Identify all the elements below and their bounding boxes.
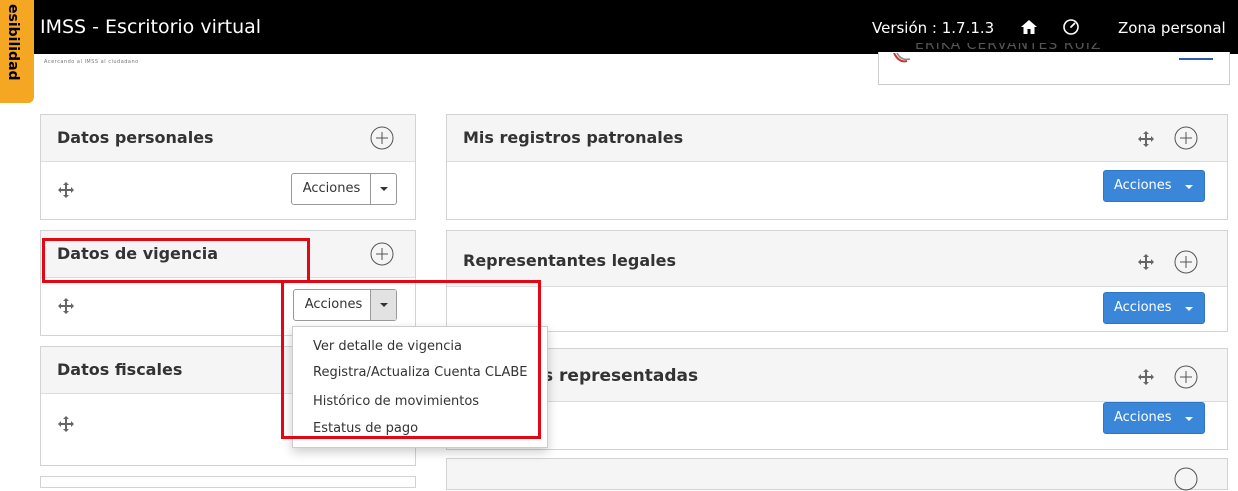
caret-down-icon xyxy=(1185,417,1193,421)
acciones-button[interactable]: Acciones xyxy=(1103,170,1205,202)
zona-personal-link[interactable]: Zona personal xyxy=(1118,19,1226,37)
app-title: IMSS - Escritorio virtual xyxy=(40,16,262,38)
acciones-button[interactable]: Acciones xyxy=(1103,292,1205,324)
panel-title: Datos fiscales xyxy=(57,360,183,379)
expand-plus-icon[interactable] xyxy=(1174,250,1198,274)
expand-plus-icon[interactable] xyxy=(1174,126,1198,150)
panel-next-left xyxy=(40,476,416,488)
imss-tagline: Acercando al IMSS al ciudadano xyxy=(44,59,139,65)
expand-plus-icon[interactable] xyxy=(1174,467,1198,491)
version-label: Versión : 1.7.1.3 xyxy=(872,19,995,37)
panel-header: Mis registros patronales xyxy=(447,115,1227,162)
acciones-label: Acciones xyxy=(1114,410,1172,425)
home-icon[interactable] xyxy=(1020,18,1038,36)
dashboard-gauge-icon[interactable] xyxy=(1062,18,1080,36)
accessibility-tab-label: esibilidad xyxy=(5,4,21,81)
accessibility-tab[interactable]: esibilidad xyxy=(0,0,34,103)
move-icon[interactable] xyxy=(1137,368,1155,386)
move-icon[interactable] xyxy=(57,181,75,199)
acciones-label: Acciones xyxy=(302,181,361,196)
acciones-label: Acciones xyxy=(1114,178,1172,193)
acciones-button[interactable]: Acciones xyxy=(1103,402,1205,434)
caret-down-icon[interactable] xyxy=(370,174,396,204)
panel-next-right xyxy=(446,458,1228,491)
move-icon[interactable] xyxy=(1137,253,1155,271)
panel-header: s representadas xyxy=(447,349,1227,402)
highlight-vigencia-title xyxy=(42,238,310,283)
move-icon[interactable] xyxy=(1137,130,1155,148)
expand-plus-icon[interactable] xyxy=(370,126,394,150)
caret-down-icon xyxy=(1185,185,1193,189)
user-name: ERIKA CERVANTES RUIZ xyxy=(915,43,1102,53)
panel-header: Representantes legales xyxy=(447,231,1227,287)
panel-datos-personales: Datos personales Acciones xyxy=(40,114,416,220)
highlight-acciones-menu xyxy=(281,280,541,439)
acciones-button[interactable]: Acciones xyxy=(291,173,397,205)
caret-down-icon xyxy=(1185,307,1193,311)
panel-title: s representadas xyxy=(543,366,699,386)
move-icon[interactable] xyxy=(57,415,75,433)
move-icon[interactable] xyxy=(57,297,75,315)
panel-title: Mis registros patronales xyxy=(463,128,684,147)
panel-empresas-representadas: s representadas Acciones xyxy=(446,348,1228,450)
panel-representantes-legales: Representantes legales Acciones xyxy=(446,230,1228,332)
panel-title: Datos personales xyxy=(57,128,214,147)
fingerprint-logo-icon xyxy=(893,53,911,63)
expand-plus-icon[interactable] xyxy=(370,242,394,266)
expand-plus-icon[interactable] xyxy=(1174,365,1198,389)
acciones-label: Acciones xyxy=(1114,300,1172,315)
panel-title: Representantes legales xyxy=(463,251,677,270)
user-info-box: ERIKA CERVANTES RUIZ xyxy=(878,43,1230,85)
panel-header: Datos personales xyxy=(41,115,415,162)
user-link-underline[interactable] xyxy=(1179,58,1213,60)
panel-mis-registros-patronales: Mis registros patronales Acciones xyxy=(446,114,1228,220)
